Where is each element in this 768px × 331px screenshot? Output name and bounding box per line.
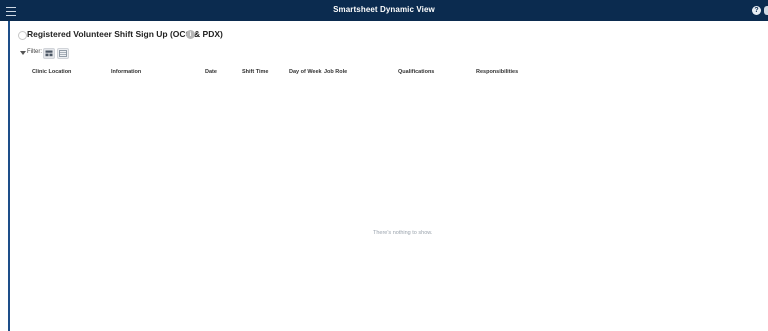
help-icon[interactable]: ?	[752, 6, 761, 15]
info-icon[interactable]: i	[186, 30, 195, 39]
column-header-qualifications[interactable]: Qualifications	[398, 69, 434, 75]
column-header-job-role[interactable]: Job Role	[324, 69, 347, 75]
grid-view-icon	[59, 50, 67, 57]
column-header-day-of-week[interactable]: Day of Week	[289, 69, 322, 75]
view-status-icon	[18, 31, 27, 40]
left-accent-bar	[8, 21, 10, 331]
filter-icon[interactable]	[20, 51, 26, 55]
card-view-icon	[45, 50, 53, 57]
empty-state-message: There's nothing to show.	[373, 230, 433, 236]
filter-grid-view-button[interactable]	[57, 48, 69, 59]
column-header-shift-time[interactable]: Shift Time	[242, 69, 269, 75]
column-header-information[interactable]: Information	[111, 69, 141, 75]
user-account-icon[interactable]	[764, 6, 768, 15]
filter-card-view-button[interactable]	[43, 48, 55, 59]
app-title: Smartsheet Dynamic View	[333, 5, 435, 14]
filter-label: Filter:	[27, 49, 42, 55]
column-header-date[interactable]: Date	[205, 69, 217, 75]
top-navigation-bar: Smartsheet Dynamic View ?	[0, 0, 768, 21]
column-header-clinic-location[interactable]: Clinic Location	[32, 69, 71, 75]
column-header-responsibilities[interactable]: Responsibilities	[476, 69, 518, 75]
